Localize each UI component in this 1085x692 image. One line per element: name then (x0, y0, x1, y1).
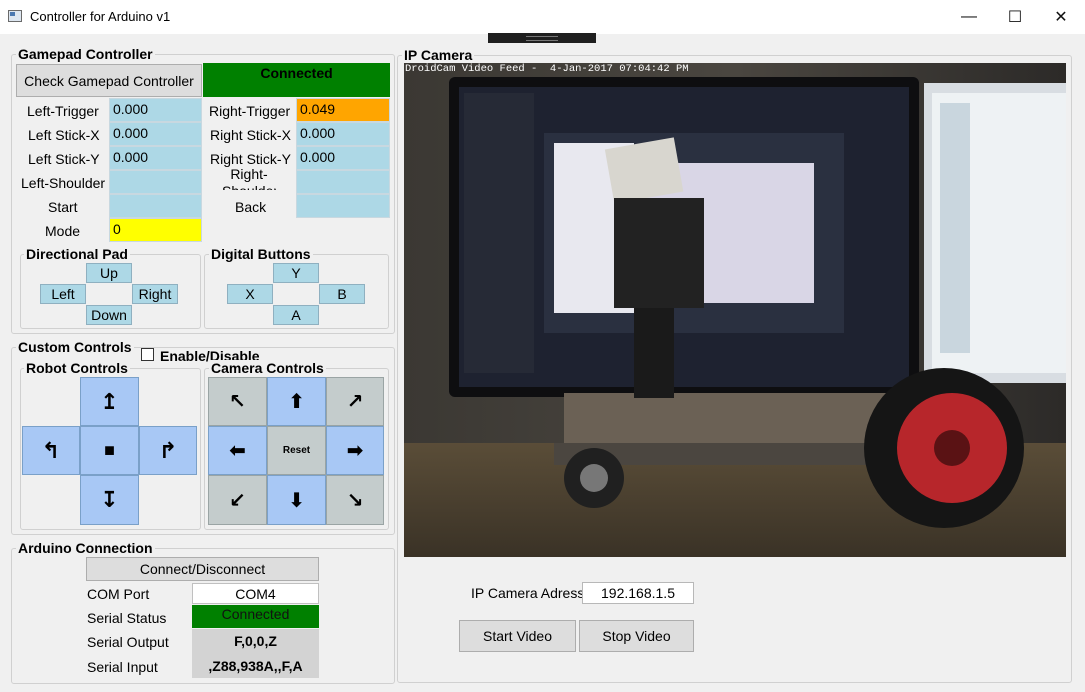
button-x: X (227, 284, 273, 304)
button-y: Y (273, 263, 319, 283)
ip-camera-title: IP Camera (402, 47, 475, 63)
serial-status-label: Serial Status (87, 610, 167, 626)
left-stick-y-value: 0.000 (109, 146, 202, 170)
right-stick-y-value: 0.000 (296, 146, 390, 170)
back-label: Back (235, 199, 267, 215)
dpad-group-title: Directional Pad (24, 246, 130, 262)
gamepad-status-indicator: Connected (203, 63, 390, 97)
camera-up-left-button[interactable]: ↖ (208, 377, 267, 426)
left-shoulder-value (109, 170, 202, 194)
serial-output-value: F,0,0,Z (192, 629, 319, 653)
gamepad-group-title: Gamepad Controller (16, 46, 155, 62)
check-gamepad-button[interactable]: Check Gamepad Controller (16, 64, 202, 97)
camera-video-feed (404, 63, 1066, 557)
com-port-field[interactable]: COM4 (192, 583, 319, 604)
camera-down-left-button[interactable]: ↙ (208, 475, 267, 525)
left-stick-x-value: 0.000 (109, 122, 202, 146)
custom-controls-title: Custom Controls (16, 339, 134, 355)
camera-up-right-button[interactable]: ↗ (326, 377, 384, 426)
com-port-label: COM Port (87, 586, 150, 602)
robot-turn-left-button[interactable]: ↰ (22, 426, 80, 475)
minimize-button[interactable]: — (946, 0, 992, 34)
left-stick-y-label: Left Stick-Y (28, 151, 100, 167)
left-stick-x-label: Left Stick-X (28, 127, 100, 143)
robot-backward-button[interactable]: ↧ (80, 475, 139, 525)
right-shoulder-label: Right-Shoulder (222, 166, 276, 190)
camera-left-button[interactable]: ⬅ (208, 426, 267, 475)
enable-checkbox[interactable] (141, 348, 154, 361)
camera-controls-title: Camera Controls (209, 360, 326, 376)
left-shoulder-label: Left-Shoulder (21, 175, 106, 191)
connect-disconnect-button[interactable]: Connect/Disconnect (86, 557, 319, 581)
right-trigger-value: 0.049 (296, 98, 390, 122)
start-video-button[interactable]: Start Video (459, 620, 576, 652)
right-trigger-label: Right-Trigger (209, 103, 291, 119)
robot-turn-right-button[interactable]: ↱ (139, 426, 197, 475)
robot-stop-button[interactable]: ■ (80, 426, 139, 475)
right-stick-x-value: 0.000 (296, 122, 390, 146)
digital-buttons-group-title: Digital Buttons (209, 246, 313, 262)
button-a: A (273, 305, 319, 325)
camera-reset-button[interactable]: Reset (267, 426, 326, 475)
button-b: B (319, 284, 365, 304)
mode-label: Mode (45, 223, 81, 239)
ip-camera-address-input[interactable]: 192.168.1.5 (582, 582, 694, 604)
serial-input-value: ,Z88,938A,,F,A (192, 653, 319, 678)
dpad-up: Up (86, 263, 132, 283)
left-trigger-value: 0.000 (109, 98, 202, 122)
ip-camera-address-label: IP Camera Adress (471, 585, 585, 601)
serial-status-indicator: Connected (192, 605, 319, 628)
right-shoulder-value (296, 170, 390, 194)
app-window-icon (8, 10, 22, 22)
start-label: Start (48, 199, 78, 215)
close-button[interactable]: ✕ (1038, 0, 1084, 34)
dpad-down: Down (86, 305, 132, 325)
splitter-handle[interactable] (488, 33, 596, 43)
robot-forward-button[interactable]: ↥ (80, 377, 139, 426)
serial-input-label: Serial Input (87, 659, 158, 675)
right-stick-x-label: Right Stick-X (210, 127, 291, 143)
window-title: Controller for Arduino v1 (30, 9, 171, 24)
camera-right-button[interactable]: ➡ (326, 426, 384, 475)
serial-output-label: Serial Output (87, 634, 169, 650)
camera-down-right-button[interactable]: ↘ (326, 475, 384, 525)
maximize-button[interactable]: ☐ (992, 0, 1038, 34)
camera-feed-caption: DroidCam Video Feed - 4-Jan-2017 07:04:4… (405, 63, 689, 75)
stop-video-button[interactable]: Stop Video (579, 620, 694, 652)
camera-frame-image (404, 63, 1066, 557)
dpad-left: Left (40, 284, 86, 304)
dpad-right: Right (132, 284, 178, 304)
robot-controls-title: Robot Controls (24, 360, 130, 376)
camera-down-button[interactable]: ⬇ (267, 475, 326, 525)
mode-value: 0 (109, 218, 202, 242)
arduino-group-title: Arduino Connection (16, 540, 155, 556)
back-value (296, 194, 390, 218)
left-trigger-label: Left-Trigger (27, 103, 99, 119)
camera-up-button[interactable]: ⬆ (267, 377, 326, 426)
start-value (109, 194, 202, 218)
